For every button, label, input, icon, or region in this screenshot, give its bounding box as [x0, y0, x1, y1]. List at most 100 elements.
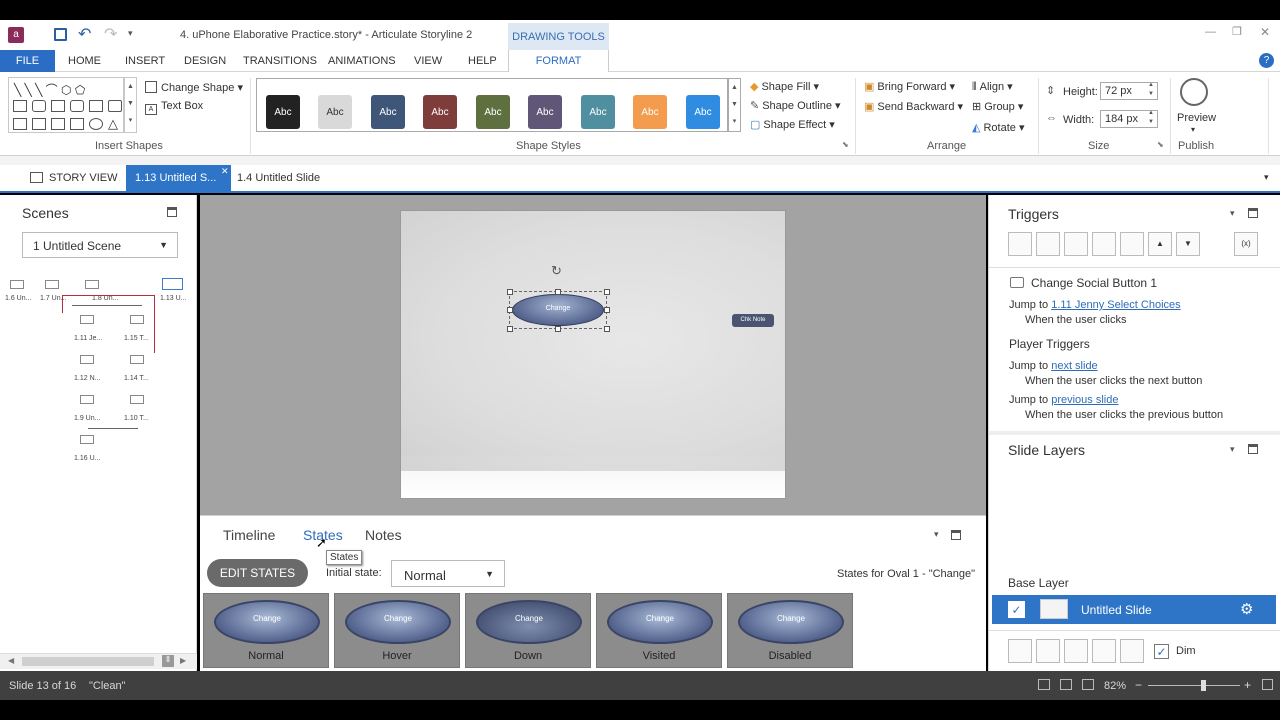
rectangle-shape-icon[interactable]: [13, 100, 27, 112]
selected-oval-button[interactable]: Change: [507, 289, 610, 332]
base-layer-row[interactable]: ✓ Untitled Slide ⚙: [992, 595, 1276, 624]
style-swatch-7[interactable]: Abc: [581, 95, 615, 129]
close-tab-icon[interactable]: ✕: [221, 166, 229, 177]
selection-handle[interactable]: [507, 289, 513, 295]
scene-node[interactable]: [130, 315, 144, 324]
tab-insert[interactable]: INSERT: [125, 55, 165, 67]
edit-trigger-icon[interactable]: [1036, 232, 1060, 256]
copy-trigger-icon[interactable]: [1064, 232, 1088, 256]
shape-styles-scroll[interactable]: ▲ ▼ ▾: [728, 78, 741, 132]
selection-handle[interactable]: [555, 326, 561, 332]
zoom-out-icon[interactable]: −: [1135, 678, 1142, 692]
rotate-handle-icon[interactable]: ↻: [551, 263, 562, 279]
triggers-menu-icon[interactable]: ▾: [1230, 208, 1235, 219]
state-down[interactable]: Change Down: [465, 593, 591, 668]
plaque-shape-icon[interactable]: [108, 100, 122, 112]
state-hover[interactable]: Change Hover: [334, 593, 460, 668]
round-rect-shape-icon[interactable]: [70, 100, 84, 112]
triangle-shape-icon[interactable]: △: [108, 116, 118, 132]
restore-button[interactable]: ❐: [1232, 25, 1242, 38]
scroll-zoom-handle[interactable]: ⦀: [162, 655, 174, 667]
shapes-gallery-scroll[interactable]: ▲ ▼ ▾: [124, 77, 137, 133]
duplicate-layer-icon[interactable]: [1064, 639, 1088, 663]
selection-handle[interactable]: [604, 326, 610, 332]
panel-restore-icon[interactable]: [1248, 208, 1258, 218]
new-trigger-icon[interactable]: [1008, 232, 1032, 256]
tab-notes[interactable]: Notes: [365, 527, 402, 543]
preview-icon[interactable]: [1180, 78, 1208, 106]
tab-design[interactable]: DESIGN: [184, 55, 226, 67]
fit-view-icon[interactable]: [1082, 679, 1094, 690]
style-swatch-1[interactable]: Abc: [266, 95, 300, 129]
help-icon[interactable]: ?: [1259, 53, 1274, 68]
panel-restore-icon[interactable]: [1248, 444, 1258, 454]
shape-fill-button[interactable]: ◆ Shape Fill ▾: [750, 80, 819, 93]
scene-node[interactable]: [162, 278, 183, 290]
shape-outline-button[interactable]: ✎ Shape Outline ▾: [750, 99, 841, 112]
rect4-shape-icon[interactable]: [51, 118, 65, 130]
preview-dropdown-icon[interactable]: ▾: [1191, 125, 1195, 134]
state-normal[interactable]: Change Normal: [203, 593, 329, 668]
selection-handle[interactable]: [604, 289, 610, 295]
minimize-button[interactable]: —: [1205, 26, 1216, 38]
edit-states-button[interactable]: EDIT STATES: [207, 559, 308, 587]
line-shape-icon[interactable]: ╲ ╲ ╲ ⌒ ⬡ ⬠: [14, 81, 85, 98]
layer-visible-checkbox[interactable]: ✓: [1008, 601, 1025, 618]
scene-node[interactable]: [130, 355, 144, 364]
layer-properties-icon[interactable]: [1036, 639, 1060, 663]
scene-node[interactable]: [130, 395, 144, 404]
previous-slide-link[interactable]: previous slide: [1051, 394, 1118, 406]
undo-icon[interactable]: ↶: [78, 24, 91, 44]
tab-transitions[interactable]: TRANSITIONS: [243, 55, 317, 67]
scene-node[interactable]: [85, 280, 99, 289]
scene-node[interactable]: [80, 395, 94, 404]
zoom-in-icon[interactable]: +: [1244, 678, 1251, 692]
tab-format[interactable]: FORMAT: [508, 50, 609, 72]
delete-layer-icon[interactable]: [1120, 639, 1144, 663]
style-swatch-9[interactable]: Abc: [686, 95, 720, 129]
initial-state-dropdown[interactable]: Normal ▼: [391, 560, 505, 587]
tab-timeline[interactable]: Timeline: [223, 527, 275, 543]
scene-node[interactable]: [10, 280, 24, 289]
size-dialog-launcher-icon[interactable]: ⬊: [1157, 140, 1164, 149]
scroll-thumb[interactable]: [22, 657, 154, 666]
shape-styles-dialog-launcher-icon[interactable]: ⬊: [842, 140, 849, 149]
corner-rect-shape-icon[interactable]: [89, 100, 103, 112]
scroll-right-icon[interactable]: ▶: [180, 656, 186, 665]
trigger-object-checkbox[interactable]: [1010, 277, 1024, 288]
app-logo-icon[interactable]: a: [8, 27, 24, 43]
layers-menu-icon[interactable]: ▾: [1230, 444, 1235, 455]
scene-node[interactable]: [80, 435, 94, 444]
fit-to-window-icon[interactable]: [1262, 679, 1273, 690]
selection-handle[interactable]: [604, 307, 610, 313]
selection-handle[interactable]: [507, 326, 513, 332]
variables-icon[interactable]: (x): [1234, 232, 1258, 256]
snip-rect-shape-icon[interactable]: [51, 100, 65, 112]
tab-file[interactable]: FILE: [0, 50, 55, 72]
slide-canvas[interactable]: ↻ Change: [400, 210, 786, 499]
redo-icon[interactable]: ↷: [104, 24, 117, 44]
selection-handle[interactable]: [507, 307, 513, 313]
quick-access-menu-icon[interactable]: ▾: [128, 28, 133, 39]
move-down-icon[interactable]: ▼: [1176, 232, 1200, 256]
scene-map[interactable]: 1.6 Un... 1.7 Un... 1.8 Un... 1.13 U... …: [0, 275, 197, 465]
scene-dropdown[interactable]: 1 Untitled Scene ▼: [22, 232, 178, 258]
tabs-dropdown-icon[interactable]: ▾: [1264, 172, 1269, 183]
style-swatch-8[interactable]: Abc: [633, 95, 667, 129]
new-layer-icon[interactable]: [1008, 639, 1032, 663]
style-swatch-2[interactable]: Abc: [318, 95, 352, 129]
close-button[interactable]: ✕: [1260, 25, 1270, 39]
story-view-tab[interactable]: STORY VIEW: [30, 172, 117, 184]
zoom-slider-thumb[interactable]: [1201, 680, 1206, 691]
trigger-target-link[interactable]: 1.11 Jenny Select Choices: [1051, 299, 1180, 311]
rect2-shape-icon[interactable]: [13, 118, 27, 130]
selection-handle[interactable]: [555, 289, 561, 295]
height-stepper[interactable]: ▲ ▼: [1148, 81, 1154, 99]
dim-checkbox[interactable]: ✓: [1154, 644, 1169, 659]
shape-effect-button[interactable]: ▢ Shape Effect ▾: [750, 118, 835, 131]
style-swatch-4[interactable]: Abc: [423, 95, 457, 129]
align-button[interactable]: ⫴ Align ▾: [972, 80, 1013, 94]
paste-trigger-icon[interactable]: [1092, 232, 1116, 256]
panel-restore-icon[interactable]: [951, 530, 961, 540]
scene-node[interactable]: [80, 355, 94, 364]
